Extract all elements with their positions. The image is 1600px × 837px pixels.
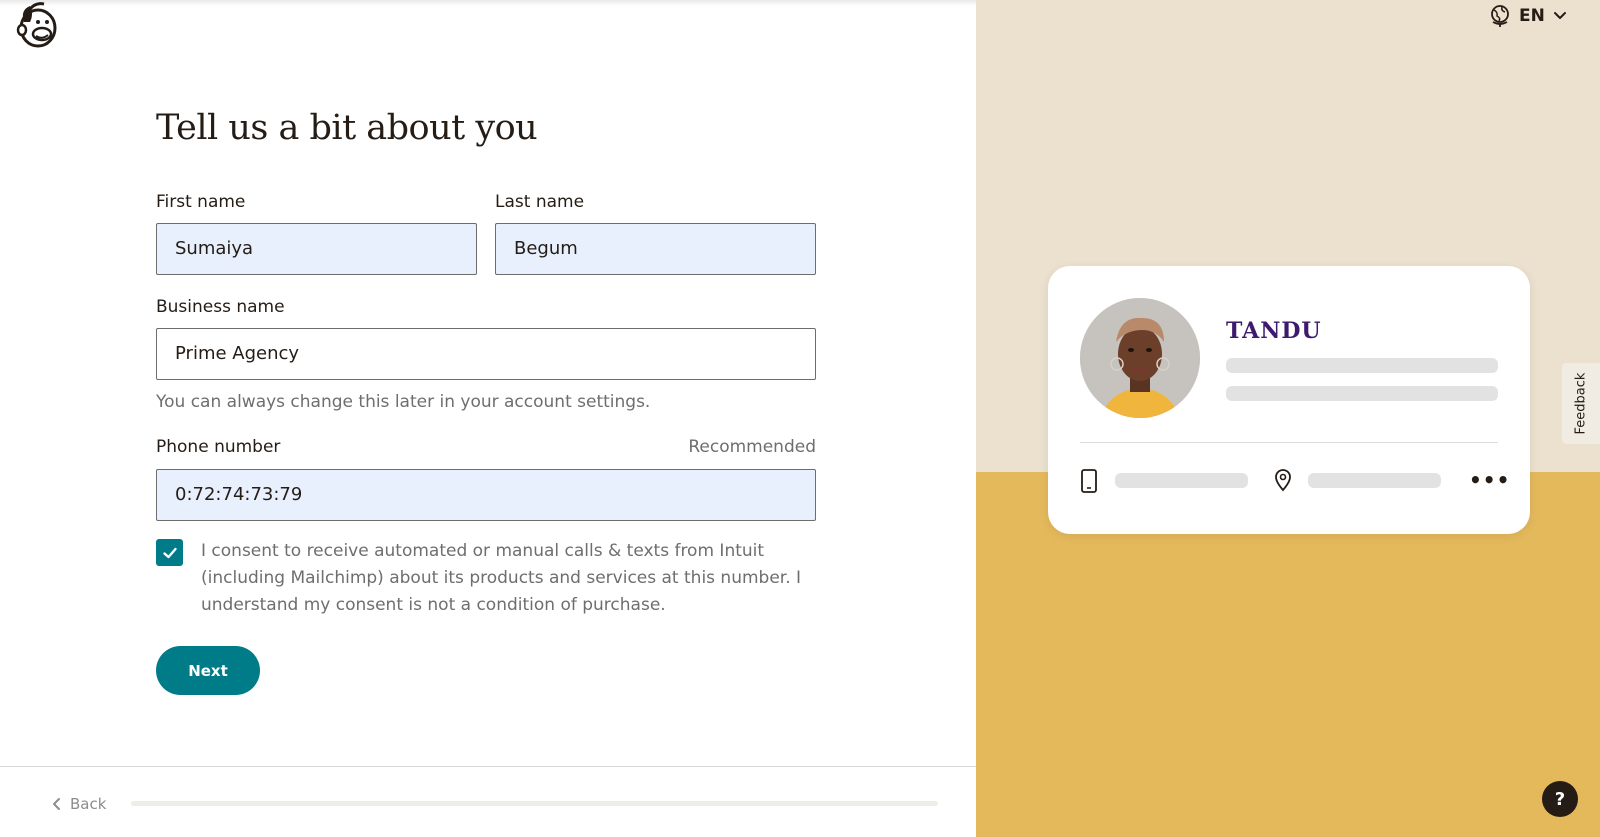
placeholder-line (1226, 386, 1498, 401)
language-selector[interactable]: EN (1489, 4, 1567, 28)
portrait-image (1080, 298, 1200, 418)
language-code: EN (1519, 6, 1545, 26)
last-name-value: Begum (514, 238, 578, 259)
phone-label-row: Phone number Recommended (156, 437, 816, 459)
preview-panel: EN TANDU ••• Feedback ? (976, 0, 1600, 837)
back-button[interactable]: Back (52, 795, 106, 813)
consent-text: I consent to receive automated or manual… (201, 541, 802, 615)
more-dots-icon: ••• (1469, 468, 1511, 492)
chevron-left-icon (53, 798, 60, 810)
phone-number-value: 0:72:74:73:79 (175, 484, 303, 505)
first-name-label: First name (156, 192, 246, 212)
globe-icon (1491, 5, 1509, 27)
business-card-preview: TANDU ••• (1048, 266, 1530, 534)
signup-form-panel: Tell us a bit about you First name Sumai… (0, 0, 976, 837)
feedback-tab[interactable]: Feedback (1562, 363, 1600, 444)
consent-checkbox[interactable] (156, 539, 183, 566)
recommended-badge: Recommended (688, 437, 816, 457)
last-name-label: Last name (495, 192, 585, 212)
checkmark-icon (162, 547, 177, 558)
mailchimp-logo-icon[interactable] (12, 0, 64, 50)
back-label: Back (70, 795, 107, 813)
business-name-value: Prime Agency (175, 343, 300, 364)
last-name-field[interactable]: Begum (495, 223, 816, 275)
business-name-field[interactable]: Prime Agency (156, 328, 816, 380)
phone-number-label: Phone number (156, 437, 281, 457)
mobile-phone-icon (1081, 469, 1097, 493)
first-name-value: Sumaiya (175, 238, 254, 259)
progress-bar (131, 801, 938, 806)
avatar (1080, 298, 1200, 418)
first-name-field[interactable]: Sumaiya (156, 223, 477, 275)
business-name-label: Business name (156, 297, 285, 317)
placeholder-line (1226, 358, 1498, 373)
page-title: Tell us a bit about you (156, 108, 538, 148)
footer-divider (0, 766, 976, 767)
phone-number-field[interactable]: 0:72:74:73:79 (156, 469, 816, 521)
card-divider (1080, 442, 1498, 443)
brand-name: TANDU (1226, 318, 1322, 344)
placeholder-line (1308, 473, 1441, 488)
top-shadow (0, 0, 976, 6)
help-button[interactable]: ? (1542, 781, 1578, 817)
placeholder-line (1115, 473, 1248, 488)
location-pin-icon (1275, 469, 1291, 492)
next-button[interactable]: Next (156, 646, 260, 695)
business-name-helper: You can always change this later in your… (156, 392, 651, 412)
feedback-label: Feedback (1573, 372, 1589, 435)
chevron-down-icon (1553, 12, 1566, 19)
